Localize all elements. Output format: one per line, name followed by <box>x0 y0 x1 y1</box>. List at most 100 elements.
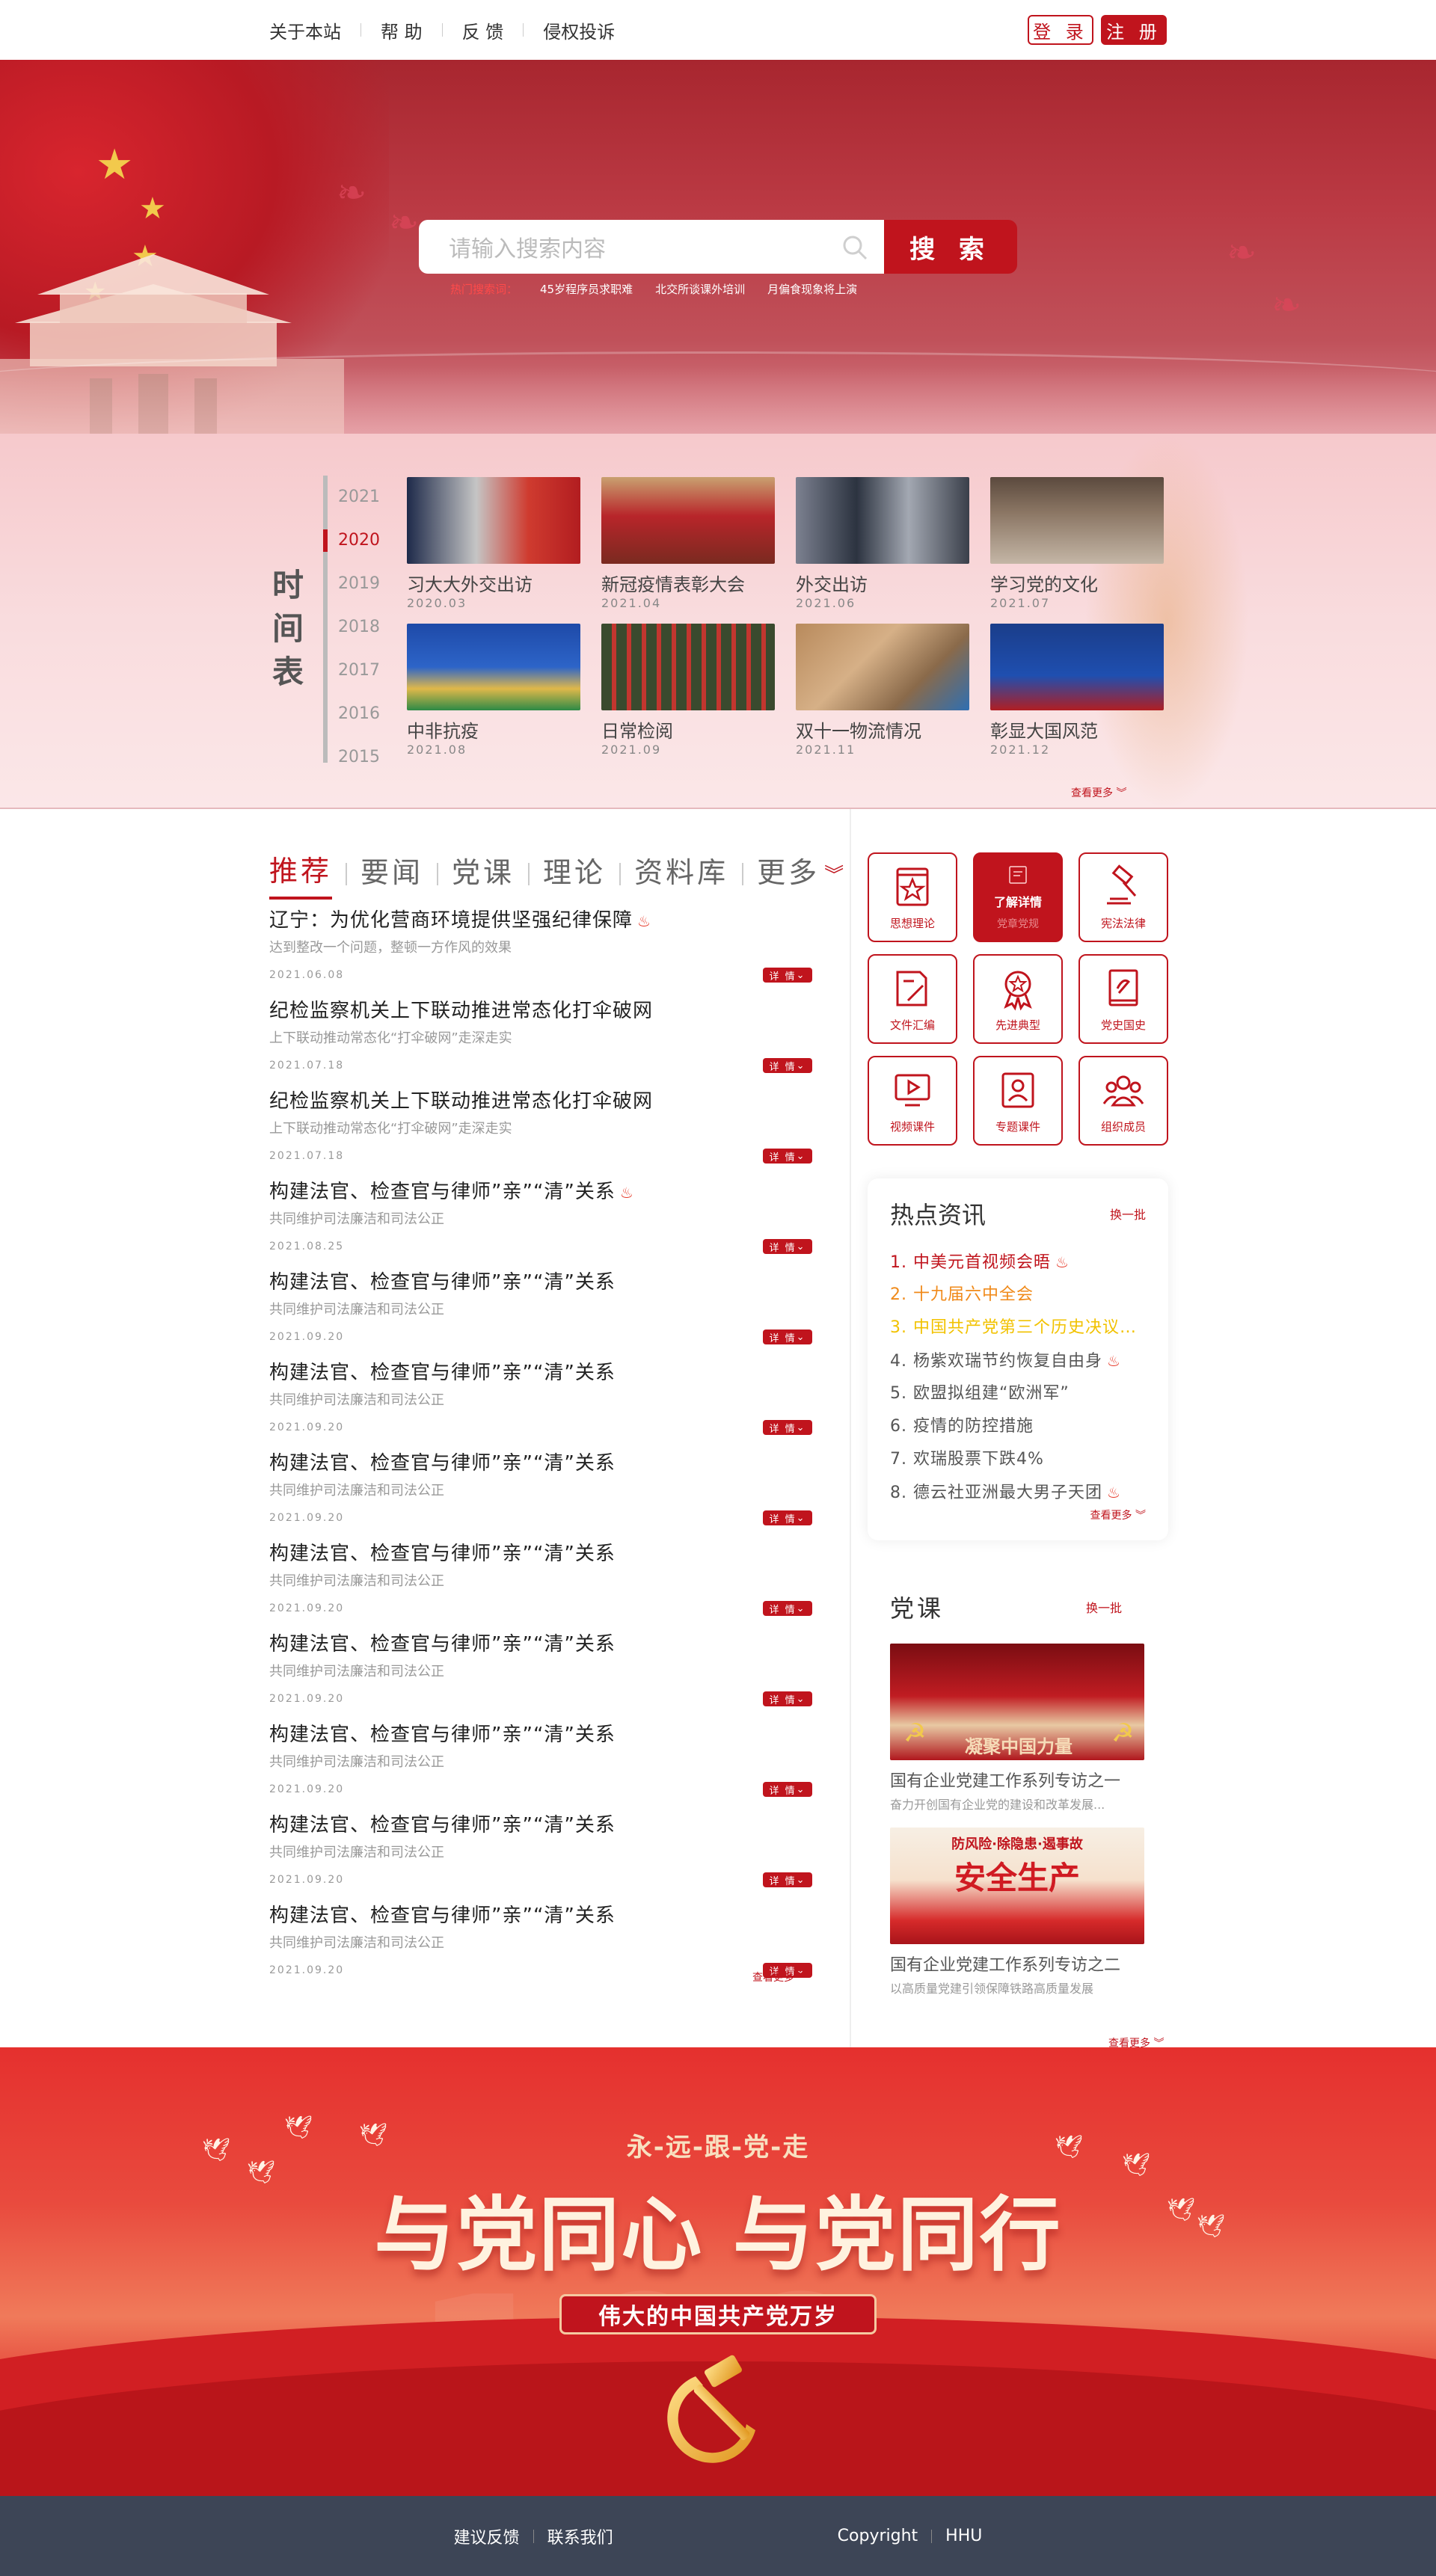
tab-party-lesson[interactable]: 党课 <box>452 849 515 898</box>
news-item[interactable]: 纪检监察机关上下联动推进常态化打伞破网 上下联动推动常态化“打伞破网”走深走实 20… <box>269 1086 812 1176</box>
hot-search-word[interactable]: 月偏食现象将上演 <box>767 281 857 297</box>
news-title[interactable]: 构建法官、检查官与律师”亲”“清”关系 <box>269 1357 812 1385</box>
hot-news-item[interactable]: 6. 疫情的防控措施 <box>890 1410 1146 1443</box>
hot-news-item[interactable]: 3. 中国共产党第三个历史决议发布 <box>890 1312 1146 1344</box>
year-item[interactable]: 2018 <box>328 606 413 649</box>
year-item[interactable]: 2019 <box>328 562 413 606</box>
detail-button[interactable]: 详 情 ⌄ <box>763 1872 812 1887</box>
shortcut-organization-members[interactable]: 组织成员 <box>1078 1056 1168 1146</box>
detail-button[interactable]: 详 情 ⌄ <box>763 1420 812 1435</box>
news-item[interactable]: 构建法官、检查官与律师”亲”“清”关系 ♨ 共同维护司法廉洁和司法公正 2021.08… <box>269 1176 812 1267</box>
news-item[interactable]: 构建法官、检查官与律师”亲”“清”关系 共同维护司法廉洁和司法公正 2021.09.… <box>269 1629 812 1719</box>
search-icon[interactable] <box>842 235 868 260</box>
timeline-card[interactable]: 新冠疫情表彰大会 2021.04 <box>601 477 775 610</box>
tab-library[interactable]: 资料库 <box>634 849 728 898</box>
news-item[interactable]: 构建法官、检查官与律师”亲”“清”关系 共同维护司法廉洁和司法公正 2021.09.… <box>269 1448 812 1538</box>
party-lesson-card[interactable]: 防风险·除隐患·遏事故 安全生产 国有企业党建工作系列专访之二 以高质量党建引领… <box>890 1828 1144 1996</box>
shortcut-label: 党章党规 <box>997 918 1039 930</box>
news-item[interactable]: 构建法官、检查官与律师”亲”“清”关系 共同维护司法廉洁和司法公正 2021.09.… <box>269 1900 812 1991</box>
help-link[interactable]: 帮 助 <box>381 17 423 43</box>
news-more-link[interactable]: 查看更多 ︾ <box>752 1970 808 1985</box>
shortcut-thought-theory[interactable]: 思想理论 <box>868 852 957 942</box>
shortcut-constitution-law[interactable]: 宪法法律 <box>1078 852 1168 942</box>
detail-button[interactable]: 详 情 ⌄ <box>763 1058 812 1073</box>
news-title[interactable]: 构建法官、检查官与律师”亲”“清”关系 <box>269 1538 812 1566</box>
news-title[interactable]: 构建法官、检查官与律师”亲”“清”关系 ♨ <box>269 1176 812 1204</box>
search-button[interactable]: 搜 索 <box>884 220 1017 274</box>
hot-news-item[interactable]: 7. 欢瑞股票下跌4% <box>890 1443 1146 1476</box>
shortcut-party-rules[interactable]: 了解详情 党章党规 <box>973 852 1063 942</box>
year-item[interactable]: 2017 <box>328 649 413 692</box>
contact-link[interactable]: 联系我们 <box>547 2524 613 2548</box>
news-title[interactable]: 构建法官、检查官与律师”亲”“清”关系 <box>269 1719 812 1747</box>
news-item[interactable]: 构建法官、检查官与律师”亲”“清”关系 共同维护司法廉洁和司法公正 2021.09.… <box>269 1719 812 1810</box>
news-title[interactable]: 辽宁：为优化营商环境提供坚强纪律保障 ♨ <box>269 905 812 932</box>
search-input[interactable]: 请输入搜索内容 <box>419 220 884 274</box>
shortcut-topic-courseware[interactable]: 专题课件 <box>973 1056 1063 1146</box>
news-title[interactable]: 纪检监察机关上下联动推进常态化打伞破网 <box>269 1086 812 1113</box>
year-item[interactable]: 2016 <box>328 692 413 736</box>
timeline-card[interactable]: 学习党的文化 2021.07 <box>990 477 1164 610</box>
hot-search-word[interactable]: 45岁程序员求职难 <box>540 281 633 297</box>
tab-theory[interactable]: 理论 <box>543 849 606 898</box>
timeline-card[interactable]: 彰显大国风范 2021.12 <box>990 624 1164 757</box>
news-title[interactable]: 构建法官、检查官与律师”亲”“清”关系 <box>269 1448 812 1475</box>
timeline-card[interactable]: 日常检阅 2021.09 <box>601 624 775 757</box>
tab-recommend[interactable]: 推荐 <box>269 848 333 900</box>
register-button[interactable]: 注 册 <box>1101 15 1167 45</box>
hot-more-link[interactable]: 查看更多 ︾ <box>1090 1507 1146 1522</box>
news-title[interactable]: 构建法官、检查官与律师”亲”“清”关系 <box>269 1810 812 1837</box>
detail-button[interactable]: 详 情 ⌄ <box>763 1510 812 1525</box>
year-item[interactable]: 2015 <box>328 736 413 779</box>
chevron-down-icon: ⌄ <box>796 1512 806 1524</box>
card-date: 2021.12 <box>990 743 1051 757</box>
news-item[interactable]: 辽宁：为优化营商环境提供坚强纪律保障 ♨ 达到整改一个问题，整顿一方作风的效果 202… <box>269 905 812 995</box>
hot-news-item[interactable]: 1. 中美元首视频会晤 ♨ <box>890 1246 1146 1279</box>
news-title[interactable]: 构建法官、检查官与律师”亲”“清”关系 <box>269 1900 812 1928</box>
party-lesson-card[interactable]: 凝聚中国力量 ☭ ☭ 国有企业党建工作系列专访之一 奋力开创国有企业党的建设和改… <box>890 1644 1144 1813</box>
about-link[interactable]: 关于本站 <box>269 17 341 43</box>
news-title[interactable]: 构建法官、检查官与律师”亲”“清”关系 <box>269 1629 812 1656</box>
detail-button[interactable]: 详 情 ⌄ <box>763 1149 812 1163</box>
feedback-link[interactable]: 反 馈 <box>462 17 504 43</box>
hot-search-word[interactable]: 北交所谈课外培训 <box>655 281 745 297</box>
refresh-button[interactable]: 换一批 <box>1086 1598 1122 1616</box>
detail-button[interactable]: 详 情 ⌄ <box>763 1601 812 1616</box>
news-title[interactable]: 构建法官、检查官与律师”亲”“清”关系 <box>269 1267 812 1294</box>
detail-button[interactable]: 详 情 ⌄ <box>763 1782 812 1797</box>
news-item[interactable]: 构建法官、检查官与律师”亲”“清”关系 共同维护司法廉洁和司法公正 2021.09.… <box>269 1538 812 1629</box>
news-title[interactable]: 纪检监察机关上下联动推进常态化打伞破网 <box>269 995 812 1023</box>
detail-button[interactable]: 详 情 ⌄ <box>763 968 812 983</box>
timeline-card[interactable]: 习大大外交出访 2020.03 <box>407 477 580 610</box>
login-button[interactable]: 登 录 <box>1028 15 1093 45</box>
footer: 建议反馈 联系我们 Copyright HHU <box>0 2496 1436 2576</box>
detail-button[interactable]: 详 情 ⌄ <box>763 1239 812 1254</box>
year-item-active[interactable]: 2020 <box>323 519 413 562</box>
tab-more[interactable]: 更多 <box>757 849 820 898</box>
news-item[interactable]: 纪检监察机关上下联动推进常态化打伞破网 上下联动推动常态化“打伞破网”走深走实 20… <box>269 995 812 1086</box>
news-item[interactable]: 构建法官、检查官与律师”亲”“清”关系 共同维护司法廉洁和司法公正 2021.09.… <box>269 1267 812 1357</box>
hot-news-item[interactable]: 8. 德云社亚洲最大男子天团 ♨ <box>890 1476 1146 1509</box>
shortcut-document-collection[interactable]: 文件汇编 <box>868 954 957 1044</box>
infringement-link[interactable]: 侵权投诉 <box>543 17 615 43</box>
shortcut-video-courseware[interactable]: 视频课件 <box>868 1056 957 1146</box>
hot-news-item[interactable]: 5. 欧盟拟组建“欧洲军” <box>890 1377 1146 1410</box>
card-title: 外交出访 <box>796 574 868 595</box>
refresh-button[interactable]: 换一批 <box>1110 1205 1146 1223</box>
detail-button[interactable]: 详 情 ⌄ <box>763 1330 812 1344</box>
year-item[interactable]: 2021 <box>328 476 413 519</box>
hot-news-item[interactable]: 4. 杨紫欢瑞节约恢复自由身 ♨ <box>890 1344 1146 1377</box>
detail-button[interactable]: 详 情 ⌄ <box>763 1691 812 1706</box>
timeline-card[interactable]: 外交出访 2021.06 <box>796 477 969 610</box>
shortcut-party-history[interactable]: 党史国史 <box>1078 954 1168 1044</box>
chevron-down-icon[interactable]: ︾ <box>824 860 847 888</box>
timeline-card[interactable]: 中非抗疫 2021.08 <box>407 624 580 757</box>
hot-news-item[interactable]: 2. 十九届六中全会 <box>890 1279 1146 1312</box>
timeline-more-link[interactable]: 查看更多 ︾ <box>1071 785 1126 800</box>
news-item[interactable]: 构建法官、检查官与律师”亲”“清”关系 共同维护司法廉洁和司法公正 2021.09.… <box>269 1810 812 1900</box>
timeline-card[interactable]: 双十一物流情况 2021.11 <box>796 624 969 757</box>
suggestion-link[interactable]: 建议反馈 <box>454 2524 520 2548</box>
news-item[interactable]: 构建法官、检查官与律师”亲”“清”关系 共同维护司法廉洁和司法公正 2021.09.… <box>269 1357 812 1448</box>
shortcut-role-models[interactable]: 先进典型 <box>973 954 1063 1044</box>
tab-headlines[interactable]: 要闻 <box>360 849 423 898</box>
